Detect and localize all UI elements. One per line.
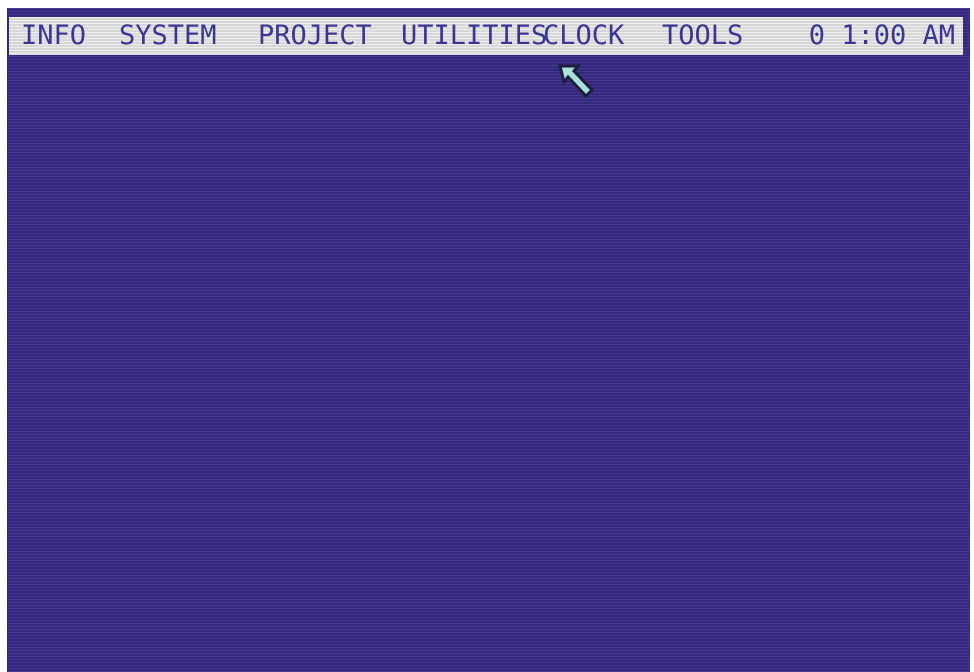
menu-info[interactable]: INFO [21,17,86,55]
display: INFO SYSTEM PROJECT UTILITIES CLOCK TOOL… [0,0,974,672]
menu-clock[interactable]: CLOCK [543,17,624,55]
menu-tools[interactable]: TOOLS [662,17,743,55]
menu-bar: INFO SYSTEM PROJECT UTILITIES CLOCK TOOL… [9,17,963,55]
menu-system[interactable]: SYSTEM [119,17,217,55]
menu-project[interactable]: PROJECT [258,17,372,55]
menu-utilities[interactable]: UTILITIES [401,17,547,55]
arrow-pointer-icon [558,64,595,99]
clock-time: 0 1:00 AM [808,20,955,51]
desktop[interactable] [7,8,970,672]
